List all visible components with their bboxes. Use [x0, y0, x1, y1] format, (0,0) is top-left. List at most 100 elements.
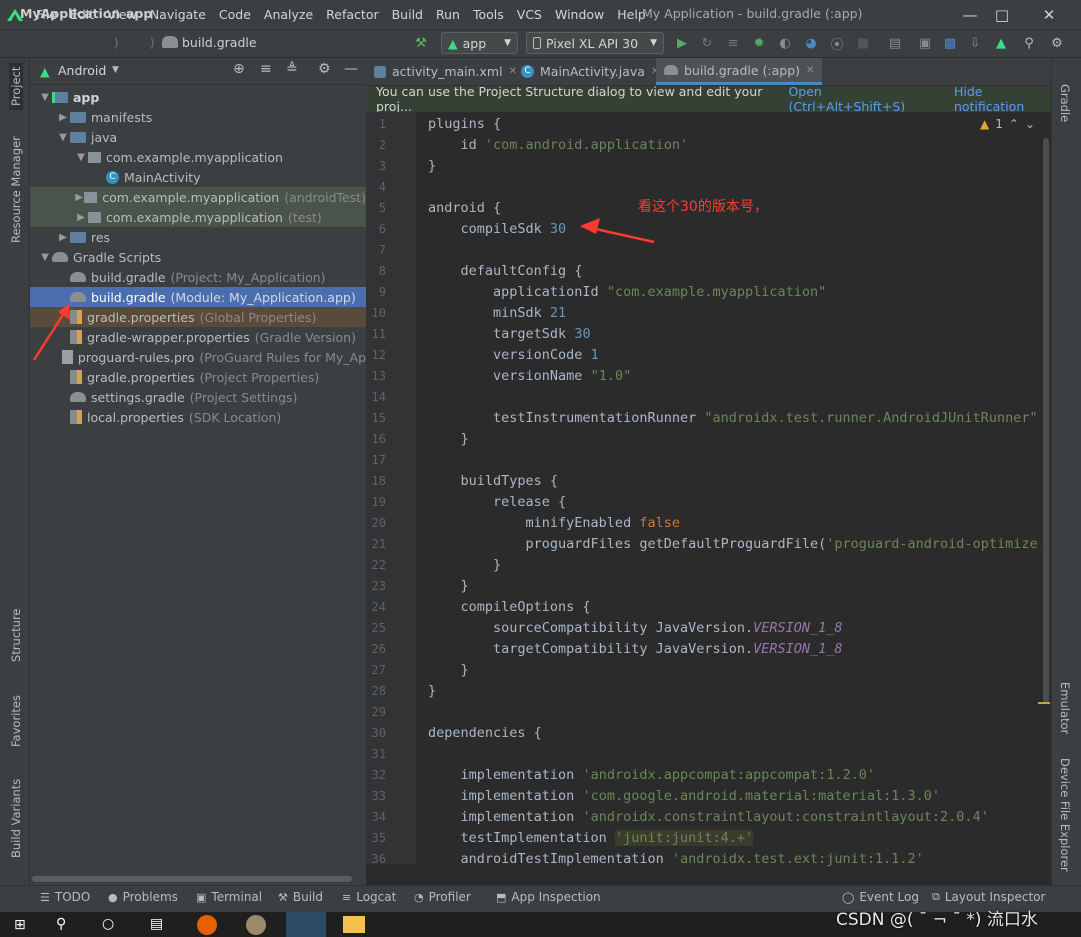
project-structure-icon[interactable]: ▣ [916, 34, 934, 52]
tab-build-gradle-app[interactable]: build.gradle (:app) ✕ [656, 58, 823, 85]
sdk-manager-icon[interactable]: ⇩ [966, 34, 984, 52]
collapse-all-icon[interactable]: ≜ [286, 61, 298, 77]
chevron-right-icon[interactable]: ▶ [56, 232, 70, 243]
menu-tools[interactable]: Tools [467, 7, 511, 22]
bottom-tab-logcat[interactable]: ≡ Logcat [342, 890, 396, 904]
expand-all-icon[interactable]: ≡ [260, 61, 272, 77]
open-project-structure-link[interactable]: Open (Ctrl+Alt+Shift+S) [788, 84, 933, 114]
tab-gradle[interactable]: Gradle [1058, 84, 1072, 122]
tree-item[interactable]: ▶ res [30, 227, 366, 247]
search-everywhere-icon[interactable]: ⚲ [1020, 34, 1038, 52]
chevron-up-icon[interactable]: ⌃ [1009, 117, 1019, 131]
debug-icon[interactable]: ✹ [750, 34, 768, 52]
chevron-down-icon[interactable]: ▼ [38, 92, 52, 103]
search-icon[interactable]: ⚲ [56, 916, 66, 932]
device-manager-icon[interactable]: ▲ [992, 34, 1010, 52]
tab-structure[interactable]: Structure [9, 609, 23, 663]
settings-sync-icon[interactable]: ⚙ [1048, 34, 1066, 52]
tab-build-variants[interactable]: Build Variants [9, 779, 23, 858]
attach-debugger-icon[interactable]: ⦿ [828, 34, 846, 53]
tree-item[interactable]: ▶ com.example.myapplication (test) [30, 207, 366, 227]
sync-project-icon[interactable]: ▤ [886, 34, 904, 52]
firefox-icon[interactable] [197, 915, 217, 935]
tree-item[interactable]: build.gradle (Module: My_Application.app) [30, 287, 366, 307]
cortana-icon[interactable]: ○ [102, 916, 114, 932]
avd-manager-icon[interactable]: ▩ [941, 34, 959, 52]
task-view-icon[interactable]: ▤ [150, 916, 163, 932]
breadcrumb-module[interactable]: app [126, 6, 152, 21]
run-icon[interactable]: ▶ [673, 34, 691, 52]
chevron-right-icon[interactable]: ▶ [74, 212, 88, 223]
tree-item[interactable]: gradle.properties (Project Properties) [30, 367, 366, 387]
windows-start-icon[interactable]: ⊞ [14, 917, 26, 933]
tree-item[interactable]: gradle-wrapper.properties (Gradle Version… [30, 327, 366, 347]
chevron-down-icon[interactable]: ▼ [38, 252, 52, 263]
device-select[interactable]: Pixel XL API 30 ▼ [526, 32, 664, 54]
tab-project[interactable]: Project [9, 62, 23, 110]
bottom-tab-app-inspection[interactable]: ⬒ App Inspection [496, 890, 601, 904]
breadcrumb-project[interactable]: MyApplication [20, 6, 120, 21]
menu-run[interactable]: Run [430, 7, 467, 22]
menu-build[interactable]: Build [386, 7, 430, 22]
breadcrumb-file[interactable]: build.gradle [182, 35, 257, 50]
tab-resource-manager[interactable]: Resource Manager [9, 136, 23, 243]
menu-window[interactable]: Window [549, 7, 611, 22]
close-window-button[interactable]: ✕ [1026, 0, 1072, 29]
tree-item[interactable]: gradle.properties (Global Properties) [30, 307, 366, 327]
project-view-select[interactable]: Android [58, 63, 106, 78]
tree-item[interactable]: ▼ com.example.myapplication [30, 147, 366, 167]
run-coverage-icon[interactable]: ◐ [776, 34, 794, 52]
profile-icon[interactable]: ◕ [802, 34, 820, 52]
chevron-down-icon[interactable]: ▼ [56, 132, 70, 143]
chevron-right-icon[interactable]: ▶ [74, 192, 84, 203]
menu-navigate[interactable]: Navigate [144, 7, 213, 22]
maximize-button[interactable]: □ [979, 0, 1025, 29]
bottom-tab-layout-inspector[interactable]: ⧉ Layout Inspector [932, 890, 1045, 904]
tab-mainactivity-java[interactable]: C MainActivity.java ✕ [513, 58, 667, 85]
make-project-hammer-icon[interactable]: ⚒ [412, 34, 430, 52]
tree-item[interactable]: ▼ java [30, 127, 366, 147]
tree-item[interactable]: ▶ com.example.myapplication (androidTest) [30, 187, 366, 207]
bottom-tab-event-log[interactable]: ◯ Event Log [842, 890, 919, 904]
select-opened-file-icon[interactable]: ⊕ [233, 61, 245, 77]
file-explorer-icon[interactable] [343, 916, 365, 933]
menu-refactor[interactable]: Refactor [320, 7, 385, 22]
bottom-tab-build[interactable]: ⚒ Build [278, 890, 323, 904]
tab-favorites[interactable]: Favorites [9, 695, 23, 747]
tree-item[interactable]: local.properties (SDK Location) [30, 407, 366, 427]
inspection-widget[interactable]: ▲ 1 ⌃ ⌄ [980, 117, 1035, 131]
tab-activity-main-xml[interactable]: activity_main.xml ✕ [366, 58, 525, 85]
tree-item[interactable]: build.gradle (Project: My_Application) [30, 267, 366, 287]
tab-emulator[interactable]: Emulator [1058, 682, 1072, 734]
bottom-tab-problems[interactable]: ● Problems [108, 890, 178, 904]
apply-code-changes-icon[interactable]: ≡ [724, 34, 742, 52]
chevron-down-icon[interactable]: ▼ [74, 152, 88, 163]
stop-icon[interactable]: ■ [854, 34, 872, 52]
editor-scrollbar[interactable] [1041, 138, 1051, 864]
app-icon[interactable] [246, 915, 266, 935]
menu-analyze[interactable]: Analyze [258, 7, 320, 22]
tree-item[interactable]: settings.gradle (Project Settings) [30, 387, 366, 407]
chevron-down-icon[interactable]: ⌄ [1025, 117, 1035, 131]
android-studio-taskbar-icon[interactable] [286, 912, 326, 937]
tree-item[interactable]: ▼ Gradle Scripts [30, 247, 366, 267]
hide-panel-icon[interactable]: — [344, 61, 358, 77]
chevron-right-icon[interactable]: ▶ [56, 112, 70, 123]
tree-item[interactable]: ▼ app [30, 87, 366, 107]
horizontal-scrollbar[interactable] [30, 876, 366, 884]
gear-icon[interactable]: ⚙ [318, 61, 331, 77]
chevron-down-icon[interactable]: ▼ [112, 65, 119, 75]
menu-vcs[interactable]: VCS [511, 7, 549, 22]
close-icon[interactable]: ✕ [806, 65, 814, 76]
tab-device-file-explorer[interactable]: Device File Explorer [1058, 758, 1072, 872]
bottom-tab-terminal[interactable]: ▣ Terminal [196, 890, 262, 904]
hide-notification-link[interactable]: Hide notification [954, 84, 1051, 114]
tree-item[interactable]: proguard-rules.pro (ProGuard Rules for My… [30, 347, 366, 367]
tree-item[interactable]: ▶ manifests [30, 107, 366, 127]
bottom-tab-profiler[interactable]: ◔ Profiler [414, 890, 471, 904]
apply-changes-icon[interactable]: ↻ [698, 34, 716, 52]
menu-code[interactable]: Code [213, 7, 258, 22]
run-configuration-select[interactable]: ▲ app ▼ [441, 32, 518, 54]
tree-item[interactable]: C MainActivity [30, 167, 366, 187]
bottom-tab-todo[interactable]: ☰ TODO [40, 890, 90, 904]
